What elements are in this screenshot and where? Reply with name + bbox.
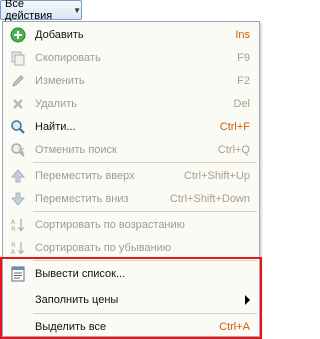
sort-ascending-icon: A Я	[3, 213, 33, 236]
menu-separator	[33, 313, 257, 314]
dropdown-arrow-icon: ▼	[73, 5, 81, 15]
menu-item-label: Изменить	[35, 74, 85, 87]
all-actions-label: Все действия	[5, 0, 53, 22]
menu-item-shortcut: Ctrl+Shift+Up	[183, 169, 250, 182]
search-icon	[3, 115, 33, 138]
svg-text:A: A	[11, 249, 16, 256]
menu-item-move-down[interactable]: Переместить вниз Ctrl+Shift+Down	[3, 187, 259, 210]
arrow-up-icon	[3, 164, 33, 187]
svg-text:Я: Я	[11, 242, 15, 249]
output-list-icon	[3, 262, 33, 285]
menu-item-shortcut: Del	[233, 97, 250, 110]
menu-item-delete[interactable]: Удалить Del	[3, 92, 259, 115]
menu-item-shortcut: Ctrl+A	[219, 320, 250, 333]
menu-item-label: Скопировать	[35, 51, 101, 64]
menu-item-sort-descending[interactable]: Я A Сортировать по убыванию	[3, 236, 259, 259]
all-actions-button[interactable]: Все действия ▼	[0, 0, 82, 22]
menu-item-label: Вывести список...	[35, 267, 126, 280]
menu-item-copy[interactable]: Скопировать F9	[3, 46, 259, 69]
pencil-icon	[3, 69, 33, 92]
menu-item-fill-prices[interactable]: Заполнить цены	[3, 288, 259, 311]
menu-item-shortcut: F9	[237, 51, 250, 64]
menu-item-edit[interactable]: Изменить F2	[3, 69, 259, 92]
menu-item-label: Сортировать по возрастанию	[35, 218, 185, 231]
menu-item-label: Сортировать по убыванию	[35, 241, 172, 254]
screen: Все действия ▼ Добавить Ins Скопировать …	[0, 0, 263, 339]
menu-item-shortcut: Ins	[235, 28, 250, 41]
menu-item-label: Добавить	[35, 28, 84, 41]
menu-item-shortcut: Ctrl+F	[219, 120, 250, 133]
menu-item-label: Заполнить цены	[35, 293, 119, 306]
menu-separator	[33, 260, 257, 261]
menu-item-add[interactable]: Добавить Ins	[3, 23, 259, 46]
menu-item-sort-ascending[interactable]: A Я Сортировать по возрастанию	[3, 213, 259, 236]
arrow-down-icon	[3, 187, 33, 210]
menu-item-output-list[interactable]: Вывести список...	[3, 262, 259, 285]
menu-item-shortcut: Ctrl+Shift+Down	[169, 192, 250, 205]
menu-item-shortcut: Ctrl+Q	[217, 143, 250, 156]
copy-icon	[3, 46, 33, 69]
menu-item-cancel-search[interactable]: Отменить поиск Ctrl+Q	[3, 138, 259, 161]
svg-text:A: A	[11, 219, 16, 226]
actions-menu: Добавить Ins Скопировать F9 Изменить F2	[2, 21, 260, 337]
menu-item-move-up[interactable]: Переместить вверх Ctrl+Shift+Up	[3, 164, 259, 187]
menu-item-label: Переместить вверх	[35, 169, 135, 182]
menu-item-select-all[interactable]: Выделить все Ctrl+A	[3, 315, 259, 338]
menu-item-label: Найти...	[35, 120, 76, 133]
submenu-arrow-icon	[245, 295, 250, 305]
menu-item-label: Переместить вниз	[35, 192, 129, 205]
menu-item-label: Удалить	[35, 97, 77, 110]
menu-item-find[interactable]: Найти... Ctrl+F	[3, 115, 259, 138]
cancel-search-icon	[3, 138, 33, 161]
sort-descending-icon: Я A	[3, 236, 33, 259]
menu-separator	[33, 162, 257, 163]
menu-item-label: Выделить все	[35, 320, 107, 333]
delete-icon	[3, 92, 33, 115]
menu-separator	[33, 211, 257, 212]
add-icon	[3, 23, 33, 46]
svg-text:Я: Я	[11, 226, 15, 233]
menu-item-label: Отменить поиск	[35, 143, 117, 156]
menu-item-shortcut: F2	[237, 74, 250, 87]
